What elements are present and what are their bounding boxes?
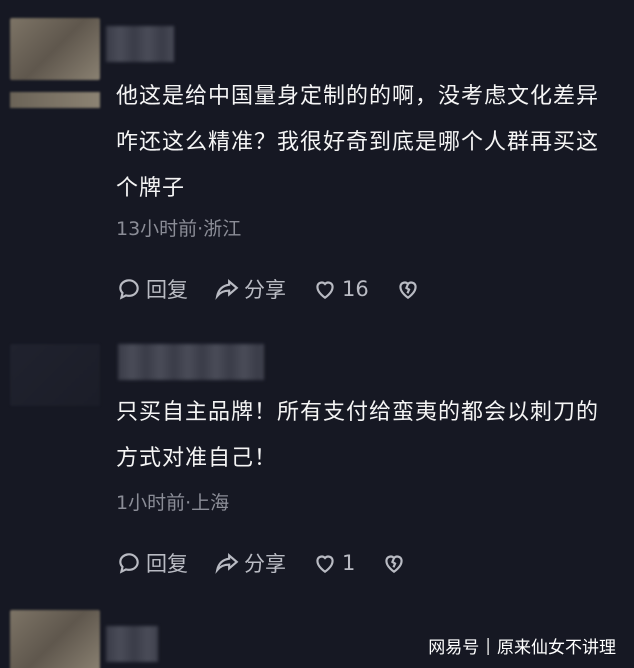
username-redacted[interactable] bbox=[106, 26, 174, 62]
share-button[interactable]: 分享 bbox=[214, 548, 286, 578]
reply-button[interactable]: 回复 bbox=[116, 274, 188, 304]
share-button[interactable]: 分享 bbox=[214, 274, 286, 304]
reply-bubble-icon bbox=[119, 279, 139, 300]
like-button[interactable]: 1 bbox=[312, 550, 355, 576]
watermark-author: 原来仙女不讲理 bbox=[497, 638, 616, 658]
share-label: 分享 bbox=[244, 552, 286, 576]
share-arrow-icon bbox=[215, 553, 239, 574]
avatar[interactable] bbox=[10, 18, 100, 80]
username-redacted[interactable] bbox=[106, 626, 158, 662]
share-arrow-icon bbox=[215, 279, 239, 300]
like-count: 1 bbox=[342, 551, 356, 575]
comment-actions: 回复 分享 16 bbox=[116, 274, 451, 304]
dislike-button[interactable] bbox=[381, 550, 411, 576]
heart-icon bbox=[316, 555, 334, 573]
reply-button[interactable]: 回复 bbox=[116, 548, 188, 578]
like-button[interactable]: 16 bbox=[312, 276, 369, 302]
watermark-separator: | bbox=[485, 635, 491, 656]
comment-text: 只买自主品牌！所有支付给蛮夷的都会以刺刀的方式对准自己！ bbox=[116, 400, 600, 471]
comment-meta: 13小时前·浙江 bbox=[116, 218, 242, 240]
avatar-strip bbox=[10, 92, 100, 108]
watermark: 网易号 | 原来仙女不讲理 bbox=[428, 633, 616, 659]
watermark-brand: 网易号 bbox=[428, 638, 480, 658]
heart-icon bbox=[316, 281, 334, 299]
reply-label: 回复 bbox=[146, 552, 188, 576]
broken-heart-icon bbox=[385, 555, 404, 573]
comment-text: 他这是给中国量身定制的的啊，没考虑文化差异咋还这么精准？我很好奇到底是哪个人群再… bbox=[116, 84, 600, 201]
comment-thread: 他这是给中国量身定制的的啊，没考虑文化差异咋还这么精准？我很好奇到底是哪个人群再… bbox=[0, 0, 634, 668]
comment-meta: 1小时前·上海 bbox=[116, 492, 230, 514]
dislike-button[interactable] bbox=[395, 276, 425, 302]
share-label: 分享 bbox=[244, 278, 286, 302]
comment-actions: 回复 分享 1 bbox=[116, 548, 437, 578]
broken-heart-icon bbox=[399, 281, 417, 299]
reply-label: 回复 bbox=[146, 278, 188, 302]
username-redacted[interactable] bbox=[118, 344, 264, 380]
like-count: 16 bbox=[342, 277, 369, 301]
reply-bubble-icon bbox=[119, 553, 139, 574]
avatar[interactable] bbox=[10, 610, 100, 668]
avatar[interactable] bbox=[10, 344, 100, 406]
